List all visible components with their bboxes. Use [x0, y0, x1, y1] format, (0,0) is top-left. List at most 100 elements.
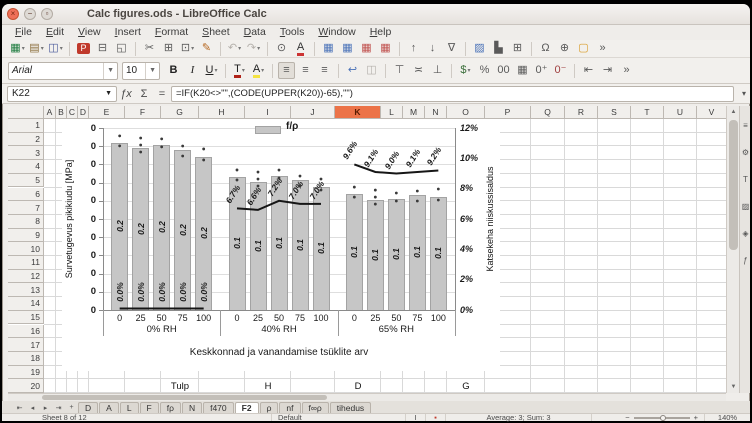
sheet-tab-L[interactable]: L: [120, 402, 139, 413]
minimize-button[interactable]: −: [24, 8, 36, 20]
first-sheet-button[interactable]: ⇤: [13, 402, 26, 413]
cell-G20[interactable]: Tulp: [161, 379, 199, 393]
cut-button[interactable]: ✂: [141, 40, 158, 57]
row-header-5[interactable]: 5: [8, 174, 44, 188]
insert-mode-indicator[interactable]: I: [406, 414, 426, 421]
row-header-4[interactable]: 4: [8, 160, 44, 174]
sidebar-gallery-icon[interactable]: ▨: [740, 198, 751, 214]
menu-view[interactable]: View: [71, 25, 108, 40]
cell-O20[interactable]: G: [447, 379, 485, 393]
format-as-currency-button[interactable]: $▾: [457, 62, 474, 79]
menu-window[interactable]: Window: [311, 25, 362, 40]
column-header-P[interactable]: P: [485, 106, 531, 119]
chevron-down-icon[interactable]: ▼: [103, 63, 114, 79]
copy-button[interactable]: ⊞: [160, 40, 177, 57]
wrap-text-button[interactable]: ↩: [344, 62, 361, 79]
sidebar-functions-icon[interactable]: ƒ: [740, 252, 751, 268]
zoom-slider-track[interactable]: [634, 417, 690, 419]
italic-button[interactable]: I: [184, 62, 201, 79]
insert-hyperlink-button[interactable]: ⊕: [556, 40, 573, 57]
sheet-tab-F2[interactable]: F2: [235, 402, 259, 413]
row-header-10[interactable]: 10: [8, 242, 44, 256]
column-header-F[interactable]: F: [125, 106, 161, 119]
zoom-slider-thumb[interactable]: [660, 415, 666, 421]
clone-formatting-button[interactable]: ✎: [198, 40, 215, 57]
sheet-tab-N[interactable]: N: [182, 402, 202, 413]
function-wizard-icon[interactable]: ƒx: [117, 86, 135, 102]
zoom-out-icon[interactable]: −: [625, 413, 629, 422]
add-decimal-place-button[interactable]: 0⁺: [533, 62, 550, 79]
export-as-pdf-button[interactable]: P: [75, 40, 92, 57]
column-header-E[interactable]: E: [89, 106, 125, 119]
redo-button[interactable]: ↷▾: [245, 40, 262, 57]
autofilter-button[interactable]: ∇: [443, 40, 460, 57]
sheet-tab-nf[interactable]: nf: [279, 402, 300, 413]
column-header-V[interactable]: V: [697, 106, 726, 119]
menu-format[interactable]: Format: [148, 25, 195, 40]
find-and-replace-button[interactable]: ⊙: [273, 40, 290, 57]
paste-button[interactable]: ⊡▾: [179, 40, 196, 57]
sheet-tab-f470[interactable]: f470: [203, 402, 234, 413]
sheet-tab-F[interactable]: F: [140, 402, 159, 413]
align-right-button[interactable]: ≡: [316, 62, 333, 79]
insert-special-character-button[interactable]: Ω: [537, 40, 554, 57]
format-as-number-button[interactable]: 00: [495, 62, 512, 79]
sheet-tab-D[interactable]: D: [78, 402, 98, 413]
font-name-combo[interactable]: Arial ▼: [8, 62, 118, 80]
sort-ascending-button[interactable]: ↑: [405, 40, 422, 57]
row-header-2[interactable]: 2: [8, 133, 44, 147]
cell-I20[interactable]: H: [245, 379, 291, 393]
align-top-button[interactable]: ⊤: [391, 62, 408, 79]
column-header-O[interactable]: O: [447, 106, 485, 119]
spelling-button[interactable]: A: [292, 40, 309, 57]
decrease-indent-button[interactable]: ⇤: [580, 62, 597, 79]
column-header-Q[interactable]: Q: [531, 106, 565, 119]
center-vertically-button[interactable]: ≍: [410, 62, 427, 79]
select-all-corner[interactable]: [8, 106, 44, 119]
name-box[interactable]: K22 ▼: [7, 86, 117, 102]
underline-button[interactable]: U▾: [203, 62, 220, 79]
next-sheet-button[interactable]: ▸: [39, 402, 52, 413]
sidebar-properties-icon[interactable]: ⚙: [740, 144, 751, 160]
save-button[interactable]: ◫▾: [47, 40, 64, 57]
insert-comment-button[interactable]: ▢: [575, 40, 592, 57]
insert-pivot-table-button[interactable]: ⊞: [509, 40, 526, 57]
row-header-16[interactable]: 16: [8, 325, 44, 339]
menu-file[interactable]: File: [8, 25, 39, 40]
column-header-T[interactable]: T: [631, 106, 664, 119]
column-header-N[interactable]: N: [425, 106, 447, 119]
row-header-12[interactable]: 12: [8, 270, 44, 284]
menu-sheet[interactable]: Sheet: [195, 25, 236, 40]
insert-image-button[interactable]: ▨: [471, 40, 488, 57]
row-header-11[interactable]: 11: [8, 256, 44, 270]
row-header-1[interactable]: 1: [8, 119, 44, 133]
print-preview-button[interactable]: ◱: [113, 40, 130, 57]
open-button[interactable]: ▤▾: [28, 40, 45, 57]
row-header-7[interactable]: 7: [8, 201, 44, 215]
add-sheet-button[interactable]: +: [65, 402, 78, 413]
row-header-19[interactable]: 19: [8, 366, 44, 380]
column-header-H[interactable]: H: [199, 106, 245, 119]
formula-icon[interactable]: =: [153, 86, 171, 102]
sheet-tab-A[interactable]: A: [99, 402, 119, 413]
sheet-tab-ρ[interactable]: ρ: [260, 402, 279, 413]
menu-data[interactable]: Data: [237, 25, 273, 40]
insert-column-button[interactable]: ▦: [339, 40, 356, 57]
vertical-scrollbar[interactable]: ▲ ▼: [726, 106, 739, 393]
row-header-13[interactable]: 13: [8, 283, 44, 297]
embedded-chart[interactable]: 0000000000012%10%8%6%4%2%0%Survetugevus …: [62, 119, 500, 371]
zoom-in-icon[interactable]: +: [694, 413, 698, 422]
insert-row-button[interactable]: ▦: [320, 40, 337, 57]
sheet-tab-f∞ρ[interactable]: f∞ρ: [302, 402, 329, 413]
row-header-15[interactable]: 15: [8, 311, 44, 325]
menu-help[interactable]: Help: [363, 25, 399, 40]
column-header-R[interactable]: R: [565, 106, 598, 119]
chevron-down-icon[interactable]: ▼: [105, 90, 112, 97]
zoom-level[interactable]: 140%: [704, 414, 750, 421]
cell-K20[interactable]: D: [335, 379, 381, 393]
previous-sheet-button[interactable]: ◂: [26, 402, 39, 413]
new-spreadsheet-button[interactable]: ▦▾: [9, 40, 26, 57]
font-size-combo[interactable]: 10 ▼: [122, 62, 160, 80]
column-header-S[interactable]: S: [598, 106, 631, 119]
format-as-percent-button[interactable]: %: [476, 62, 493, 79]
